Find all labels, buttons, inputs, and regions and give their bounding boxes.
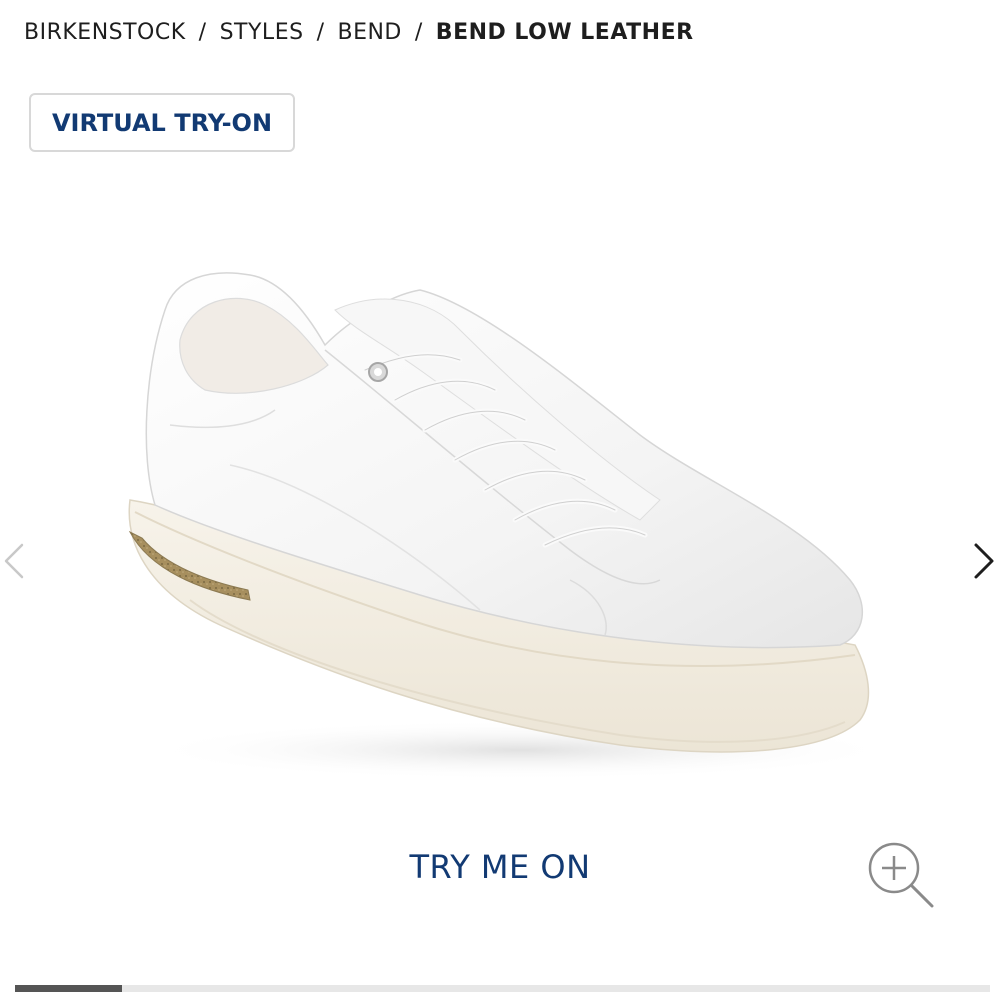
virtual-try-on-button[interactable]: VIRTUAL TRY-ON <box>29 93 295 152</box>
gallery-progress-bar <box>15 985 990 992</box>
breadcrumb-separator: / <box>198 19 207 45</box>
breadcrumb-separator: / <box>414 19 423 45</box>
gallery-progress-fill <box>15 985 123 992</box>
breadcrumb-current-page: BEND LOW LEATHER <box>435 19 694 45</box>
breadcrumb-separator: / <box>316 19 325 45</box>
breadcrumb: BIRKENSTOCK / STYLES / BEND / BEND LOW L… <box>24 16 694 48</box>
try-me-on-link[interactable]: TRY ME ON <box>380 840 620 894</box>
breadcrumb-item-bend[interactable]: BEND <box>337 20 401 45</box>
chevron-left-icon[interactable] <box>0 535 40 587</box>
breadcrumb-item-birkenstock[interactable]: BIRKENSTOCK <box>24 20 186 45</box>
zoom-in-icon[interactable] <box>862 838 942 918</box>
product-image[interactable] <box>100 250 900 790</box>
breadcrumb-item-styles[interactable]: STYLES <box>220 20 304 45</box>
chevron-right-icon[interactable] <box>962 535 1000 587</box>
